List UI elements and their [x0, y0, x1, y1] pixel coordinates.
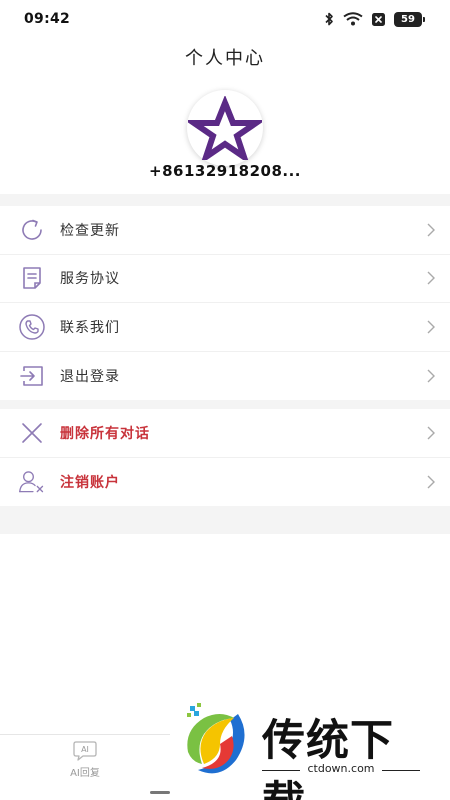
- ai-chat-icon: AI: [73, 741, 97, 761]
- user-remove-icon: [18, 468, 46, 496]
- battery-indicator: 59: [394, 11, 425, 27]
- chevron-right-icon: [427, 320, 435, 334]
- battery-level: 59: [401, 13, 415, 25]
- status-icons: 59: [324, 11, 425, 27]
- watermark: 传统下载 ctdown.com: [180, 700, 430, 800]
- menu-item-delete-conversations[interactable]: 删除所有对话: [0, 409, 450, 458]
- watermark-brand: 传统下载: [262, 716, 394, 800]
- section-divider: [0, 506, 450, 534]
- menu-label: 服务协议: [60, 271, 120, 288]
- watermark-rule-right: [382, 770, 420, 771]
- menu-item-contact-us[interactable]: 联系我们: [0, 303, 450, 352]
- menu-item-check-update[interactable]: 检查更新: [0, 206, 450, 255]
- menu-label: 注销账户: [60, 474, 120, 491]
- section-divider: [0, 194, 450, 206]
- section-divider: [0, 400, 450, 409]
- chevron-right-icon: [427, 271, 435, 285]
- document-icon: [18, 264, 46, 292]
- menu-group-danger: 删除所有对话 注销账户: [0, 409, 450, 506]
- menu-label: 删除所有对话: [60, 425, 150, 442]
- page-title: 个人中心: [185, 48, 265, 69]
- wifi-icon: [343, 12, 363, 26]
- menu-item-logout[interactable]: 退出登录: [0, 352, 450, 401]
- refresh-icon: [18, 216, 46, 244]
- phone-number: +86132918208...: [149, 162, 301, 180]
- sim-blocked-icon: [372, 12, 385, 26]
- watermark-logo-icon: [187, 703, 245, 774]
- close-icon: [18, 419, 46, 447]
- status-time: 09:42: [24, 11, 71, 27]
- tab-ai-reply[interactable]: AI AI回复: [0, 734, 170, 784]
- menu-label: 联系我们: [60, 319, 120, 336]
- home-indicator: [150, 791, 170, 794]
- bluetooth-icon: [325, 12, 333, 26]
- logout-icon: [18, 362, 46, 390]
- chevron-right-icon: [427, 475, 435, 489]
- chevron-right-icon: [427, 426, 435, 440]
- status-bar: 09:42 59: [0, 0, 450, 38]
- watermark-url: ctdown.com: [307, 762, 375, 775]
- menu-group-main: 检查更新 服务协议 联系我们 退出登录: [0, 206, 450, 400]
- tab-label: AI回复: [70, 768, 100, 779]
- menu-item-delete-account[interactable]: 注销账户: [0, 458, 450, 507]
- menu-label: 退出登录: [60, 368, 120, 385]
- star-logo-icon: [188, 96, 262, 160]
- ai-chat-icon-text: AI: [81, 745, 89, 754]
- menu-label: 检查更新: [60, 222, 120, 239]
- avatar[interactable]: [187, 90, 263, 166]
- chevron-right-icon: [427, 223, 435, 237]
- menu-item-service-agreement[interactable]: 服务协议: [0, 255, 450, 303]
- chevron-right-icon: [427, 369, 435, 383]
- phone-icon: [18, 313, 46, 341]
